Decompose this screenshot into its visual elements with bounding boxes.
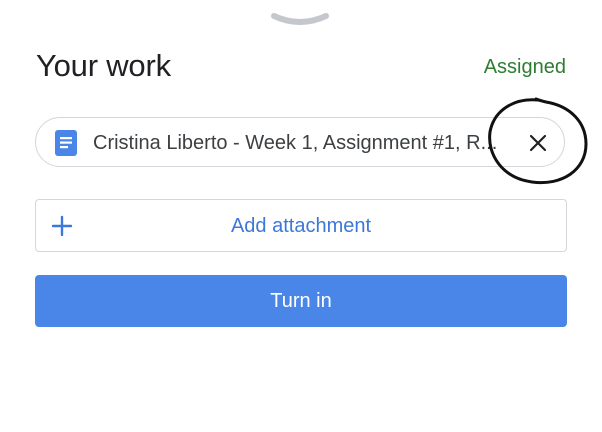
page-title: Your work <box>36 48 171 83</box>
add-attachment-button[interactable]: Add attachment <box>35 199 567 252</box>
attachment-chip[interactable]: Cristina Liberto - Week 1, Assignment #1… <box>35 117 565 167</box>
attachment-name: Cristina Liberto - Week 1, Assignment #1… <box>93 132 498 154</box>
chevron-down-icon[interactable] <box>270 10 330 32</box>
your-work-sheet: Your work Assigned Cristina Liberto - We… <box>0 0 602 432</box>
google-docs-icon <box>55 130 77 156</box>
turn-in-button[interactable]: Turn in <box>35 275 567 327</box>
close-icon[interactable] <box>527 132 549 154</box>
turn-in-label: Turn in <box>270 290 332 312</box>
add-attachment-label: Add attachment <box>230 215 372 237</box>
status-badge: Assigned <box>483 56 566 78</box>
